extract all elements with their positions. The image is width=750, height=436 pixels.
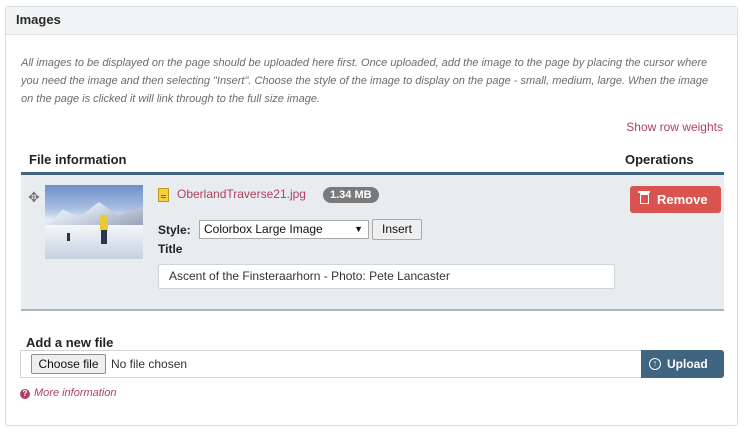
show-row-weights-link[interactable]: Show row weights (626, 120, 723, 134)
panel-description: All images to be displayed on the page s… (21, 57, 709, 105)
insert-button[interactable]: Insert (372, 219, 422, 240)
file-name-link[interactable]: OberlandTraverse21.jpg (177, 187, 306, 201)
table-row: ✥ OberlandTraverse21.jpg 1.34 MB Style: … (21, 175, 724, 311)
style-select-value: Colorbox Large Image (204, 222, 323, 236)
column-header-operations: Operations (625, 152, 694, 167)
add-new-file-label: Add a new file (26, 335, 114, 350)
no-file-chosen-text: No file chosen (111, 357, 188, 371)
image-file-icon (158, 188, 169, 202)
upload-button-label: Upload (667, 357, 708, 371)
style-label: Style: (158, 223, 191, 237)
title-field[interactable]: Ascent of the Finsteraarhorn - Photo: Pe… (158, 264, 615, 289)
panel-header: Images (6, 7, 737, 35)
choose-file-button[interactable]: Choose file (31, 354, 106, 374)
upload-button[interactable]: ↑ Upload (641, 350, 724, 378)
remove-button[interactable]: Remove (630, 186, 721, 213)
more-information-label: More information (34, 387, 117, 399)
help-icon: ? (20, 389, 30, 399)
remove-button-label: Remove (657, 192, 708, 207)
more-information-link[interactable]: ? More information (20, 387, 117, 399)
upload-icon: ↑ (649, 358, 661, 370)
title-label: Title (158, 242, 183, 256)
column-header-file-information: File information (29, 152, 127, 167)
file-input[interactable]: Choose file No file chosen (20, 350, 641, 378)
panel-title: Images (16, 12, 61, 27)
file-size-badge: 1.34 MB (323, 187, 379, 203)
trash-icon (638, 191, 650, 204)
chevron-down-icon: ▼ (354, 224, 363, 234)
style-select[interactable]: Colorbox Large Image ▼ (199, 220, 369, 239)
image-thumbnail (45, 185, 143, 259)
drag-handle-icon[interactable]: ✥ (28, 189, 40, 206)
